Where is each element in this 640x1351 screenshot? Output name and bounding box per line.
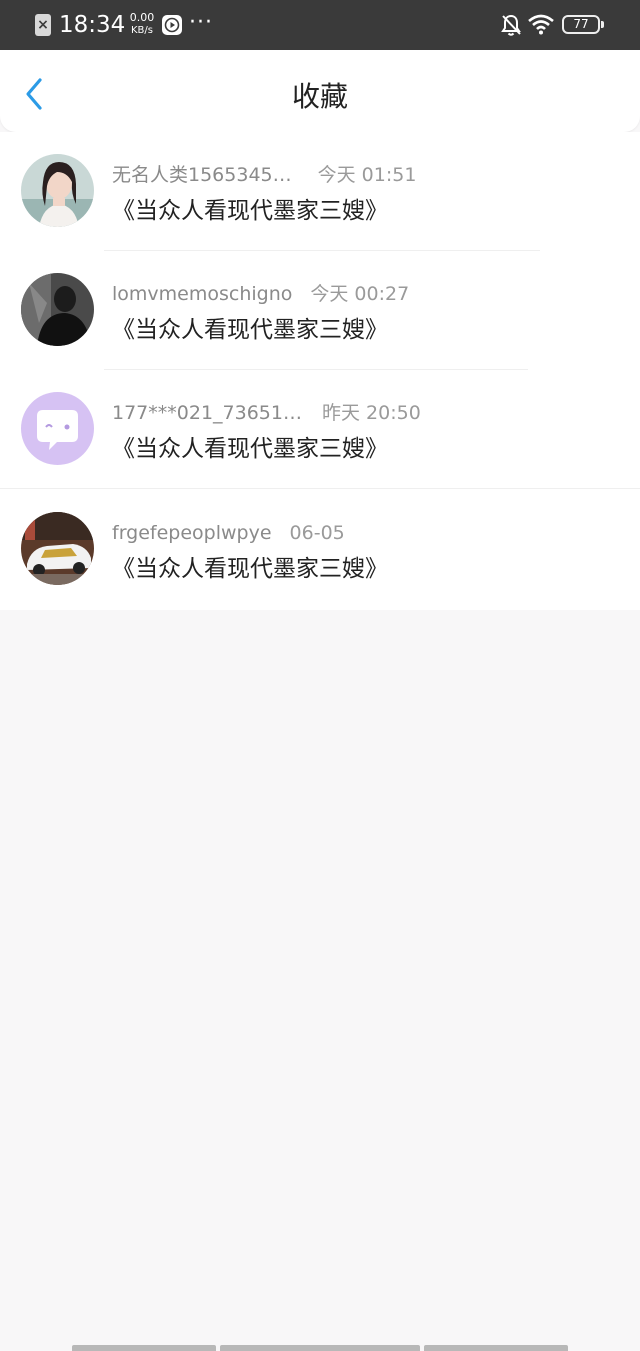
username[interactable]: 177***021_73651… bbox=[112, 402, 302, 424]
avatar[interactable] bbox=[21, 392, 94, 465]
timestamp: 昨天 20:50 bbox=[321, 402, 421, 424]
more-dots-icon: ··· bbox=[189, 10, 213, 35]
item-meta: lomvmemoschigno 今天 00:27 bbox=[112, 280, 409, 308]
battery-level: 77 bbox=[573, 17, 589, 31]
network-speed-value: 0.00 bbox=[129, 11, 155, 24]
nav-header: 收藏 bbox=[0, 50, 640, 132]
wifi-icon bbox=[528, 13, 554, 39]
network-speed-unit: KB/s bbox=[131, 25, 153, 36]
username[interactable]: frgefepeoplwpye bbox=[112, 522, 272, 544]
status-bar: × 18:34 0.00 KB/s ··· 77 bbox=[0, 0, 640, 50]
page-title: 收藏 bbox=[291, 80, 348, 113]
app-close-icon: × bbox=[35, 14, 51, 36]
avatar[interactable] bbox=[21, 273, 94, 346]
timestamp: 今天 01:51 bbox=[317, 164, 417, 186]
item-title[interactable]: 《当众人看现代墨家三嫂》 bbox=[112, 313, 388, 347]
item-meta: 177***021_73651… 昨天 20:50 bbox=[112, 399, 421, 427]
battery-icon: 77 bbox=[562, 15, 604, 34]
gesture-bar bbox=[220, 1345, 420, 1351]
list-item[interactable]: frgefepeoplwpye 06-05 《当众人看现代墨家三嫂》 bbox=[0, 490, 640, 609]
item-title[interactable]: 《当众人看现代墨家三嫂》 bbox=[112, 552, 388, 586]
play-icon bbox=[162, 15, 182, 35]
avatar[interactable] bbox=[21, 512, 94, 585]
item-title[interactable]: 《当众人看现代墨家三嫂》 bbox=[112, 194, 388, 228]
list-item[interactable]: 177***021_73651… 昨天 20:50 《当众人看现代墨家三嫂》 bbox=[0, 370, 640, 489]
gesture-bar bbox=[72, 1345, 216, 1351]
timestamp: 06-05 bbox=[289, 522, 345, 544]
list-item[interactable]: 无名人类1565345… 今天 01:51 《当众人看现代墨家三嫂》 bbox=[0, 132, 640, 251]
gesture-bar bbox=[424, 1345, 568, 1351]
item-meta: frgefepeoplwpye 06-05 bbox=[112, 519, 345, 547]
network-speed: 0.00 KB/s bbox=[127, 11, 157, 37]
avatar[interactable] bbox=[21, 154, 94, 227]
item-title[interactable]: 《当众人看现代墨家三嫂》 bbox=[112, 432, 388, 466]
list-item[interactable]: lomvmemoschigno 今天 00:27 《当众人看现代墨家三嫂》 bbox=[0, 251, 640, 370]
favorites-list: 无名人类1565345… 今天 01:51 《当众人看现代墨家三嫂》 lomvme… bbox=[0, 132, 640, 610]
username[interactable]: 无名人类1565345… bbox=[112, 164, 292, 186]
item-meta: 无名人类1565345… 今天 01:51 bbox=[112, 161, 416, 189]
bell-off-icon bbox=[500, 13, 522, 41]
status-time: 18:34 bbox=[59, 12, 126, 38]
divider bbox=[0, 488, 640, 489]
timestamp: 今天 00:27 bbox=[310, 283, 410, 305]
username[interactable]: lomvmemoschigno bbox=[112, 283, 292, 305]
